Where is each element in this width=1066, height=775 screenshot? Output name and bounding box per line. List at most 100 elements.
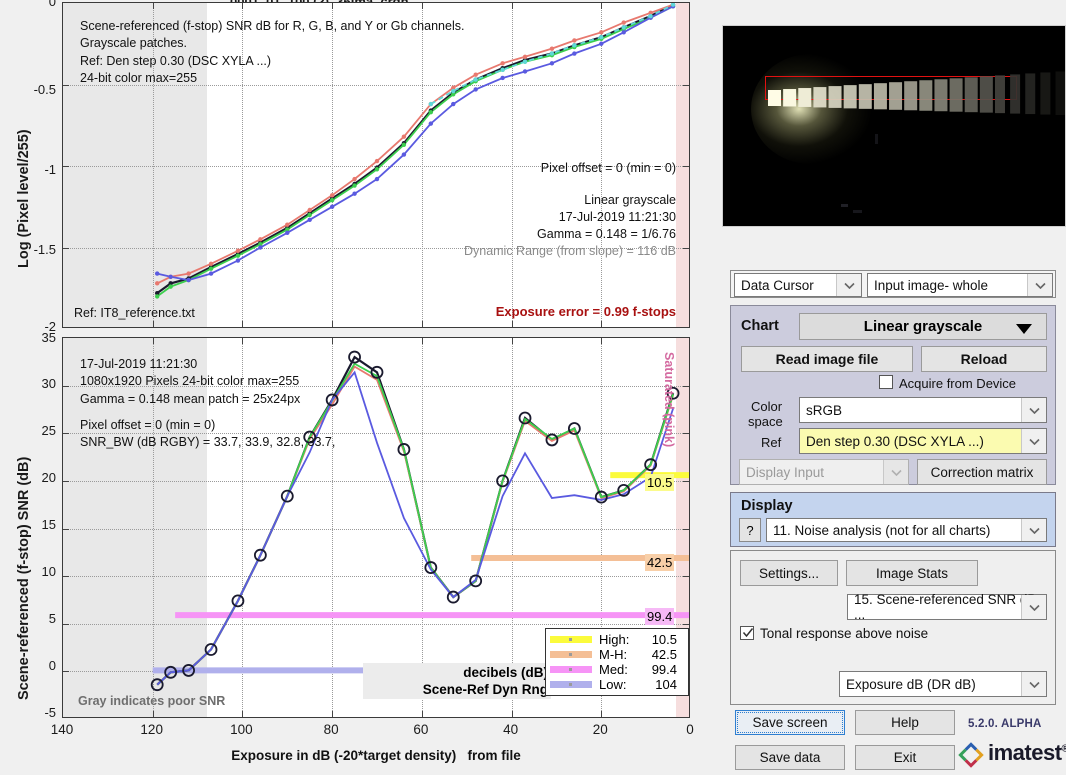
legend-swatch-med [550, 666, 592, 673]
read-image-file-label: Read image file [775, 351, 879, 367]
save-screen-button[interactable]: Save screen [735, 710, 845, 735]
color-space-label-line2: space [748, 414, 783, 429]
legend-value-med: 99.4 [651, 662, 677, 677]
read-image-file-button[interactable]: Read image file [741, 346, 913, 372]
dyn-rng-caption-line2: Scene-Ref Dyn Rng [422, 682, 548, 697]
bot-ytick-3: 20 [41, 470, 56, 485]
reload-button[interactable]: Reload [921, 346, 1047, 372]
acquire-from-device-label: Acquire from Device [899, 376, 1017, 391]
ref-label: Ref [761, 435, 782, 450]
image-stats-label: Image Stats [875, 565, 949, 581]
settings-button[interactable]: Settings... [740, 560, 838, 586]
top-annot-datetime: 17-Jul-2019 11:21:30 [558, 210, 676, 224]
bot-ytick-0: 35 [41, 330, 56, 345]
save-screen-label: Save screen [752, 715, 828, 730]
chevron-down-icon[interactable] [1021, 519, 1046, 541]
image-stats-button[interactable]: Image Stats [846, 560, 978, 586]
plot-area: 0001_01_100 (2)_36Ima_crdn Log (Pixel le… [0, 0, 700, 775]
reload-label: Reload [960, 351, 1008, 367]
bot-xtick-5: 40 [503, 722, 519, 737]
legend-row: Med: 99.4 [550, 662, 683, 677]
legend-name-low: Low: [599, 677, 627, 692]
legend-swatch-low [550, 681, 592, 688]
correction-matrix-button[interactable]: Correction matrix [917, 459, 1047, 485]
top-ytick-0: 0 [48, 0, 56, 9]
brand-label: imatest® [988, 740, 1066, 765]
tonal-response-label: Tonal response above noise [760, 626, 929, 641]
legend-row: Low: 104 [550, 677, 683, 692]
chevron-down-icon[interactable] [1021, 398, 1046, 422]
top-ytick-3: -1.5 [33, 242, 56, 257]
color-space-dropdown[interactable]: sRGB [799, 397, 1047, 423]
bottom-chart-xlabel: Exposure in dB (-20*target density) from… [62, 748, 690, 763]
legend-name-high: High: [599, 632, 630, 647]
help-question-button[interactable]: ? [739, 518, 761, 542]
dyn-rng-caption: decibels (dB) Scene-Ref Dyn Rng [363, 663, 551, 699]
bot-xtick-1: 120 [140, 722, 163, 737]
image-thumbnail[interactable] [722, 25, 1066, 227]
top-annot-2: Ref: Den step 0.30 (DSC XYLA ...) [80, 54, 272, 68]
acquire-from-device-checkbox[interactable] [879, 375, 893, 389]
sub-analysis-value: 15. Scene-referenced SNR dB ... [854, 592, 1037, 622]
triangle-down-icon [1016, 323, 1032, 334]
threshold-badge-med: 99.4 [645, 608, 675, 625]
display-input-dropdown: Display Input [739, 459, 909, 485]
chevron-down-icon[interactable] [1021, 672, 1046, 696]
correction-matrix-label: Correction matrix [930, 464, 1034, 480]
color-space-label-line1: Color [751, 399, 783, 414]
top-annot-0: Scene-referenced (f-stop) SNR dB for R, … [80, 19, 465, 33]
chevron-down-icon[interactable] [1021, 595, 1046, 619]
top-annot-linear-grayscale: Linear grayscale [584, 193, 676, 207]
legend-row: M-H: 42.5 [550, 647, 683, 662]
save-data-button[interactable]: Save data [735, 745, 845, 770]
bot-annot-2: Gamma = 0.148 mean patch = 25x24px [80, 392, 301, 406]
chart-type-value: Linear grayscale [863, 318, 983, 335]
legend-name-med: Med: [599, 662, 628, 677]
control-panel: Data Cursor Input image- whole Chart Lin… [700, 0, 1066, 775]
threshold-badge-high: 10.5 [645, 474, 675, 491]
top-annot-3: 24-bit color max=255 [80, 71, 198, 85]
ref-dropdown[interactable]: Den step 0.30 (DSC XYLA ...) [799, 428, 1047, 454]
bot-ytick-7: 0 [48, 658, 56, 673]
chevron-down-icon[interactable] [1027, 274, 1052, 296]
chevron-down-icon[interactable] [836, 274, 861, 296]
imatest-logo-icon [958, 742, 984, 768]
legend-value-high: 10.5 [651, 632, 677, 647]
chevron-down-icon[interactable] [1021, 429, 1046, 453]
bot-ytick-1: 30 [41, 376, 56, 391]
help-button[interactable]: Help [855, 710, 955, 735]
top-annot-1: Grayscale patches. [80, 35, 187, 50]
image-scope-value: Input image- whole [874, 277, 989, 293]
sub-analysis-dropdown[interactable]: 15. Scene-referenced SNR dB ... [847, 592, 1047, 622]
legend-value-low: 104 [655, 677, 677, 692]
analysis-mode-dropdown[interactable]: 11. Noise analysis (not for all charts) [766, 518, 1047, 542]
threshold-legend: High: 10.5 M-H: 42.5 Med: 99.4 Low: 104 [545, 628, 689, 696]
bot-ytick-6: 5 [48, 611, 56, 626]
display-group-title: Display [741, 498, 793, 514]
bot-xtick-4: 60 [413, 722, 429, 737]
threshold-badge-mh: 42.5 [645, 554, 675, 571]
bot-annot-1: 1080x1920 Pixels 24-bit color max=255 [80, 374, 300, 388]
bot-ytick-4: 15 [41, 517, 56, 532]
settings-group: Settings... Image Stats 15. Scene-refere… [730, 550, 1056, 705]
bottom-chart-xlabel-main: Exposure in dB (-20*target density) [231, 748, 457, 763]
exit-label: Exit [893, 750, 917, 765]
exposure-units-dropdown[interactable]: Exposure dB (DR dB) [839, 671, 1047, 697]
dyn-rng-caption-line1: decibels (dB) [463, 665, 548, 680]
image-scope-dropdown[interactable]: Input image- whole [867, 273, 1053, 297]
chart-type-button[interactable]: Linear grayscale [799, 313, 1047, 340]
exit-button[interactable]: Exit [855, 745, 955, 770]
data-cursor-dropdown[interactable]: Data Cursor [734, 273, 862, 297]
legend-name-mh: M-H: [599, 647, 628, 662]
top-annot-gamma: Gamma = 0.148 = 1/6.76 [537, 227, 676, 241]
gray-poor-snr-note: Gray indicates poor SNR [78, 694, 226, 708]
bot-ytick-8: -5 [44, 705, 56, 720]
version-label: 5.2.0. ALPHA [968, 718, 1042, 730]
display-input-value: Display Input [746, 464, 825, 480]
tonal-response-checkbox[interactable] [740, 626, 754, 640]
bot-annot-5: SNR_BW (dB RGBY) = 33.7, 33.9, 32.8, 33.… [80, 435, 336, 449]
saturated-note: Saturated (pink) [662, 352, 676, 448]
top-ytick-1: -0.5 [33, 82, 56, 97]
bot-annot-4: Pixel offset = 0 (min = 0) [80, 418, 216, 432]
legend-swatch-mh [550, 651, 592, 658]
